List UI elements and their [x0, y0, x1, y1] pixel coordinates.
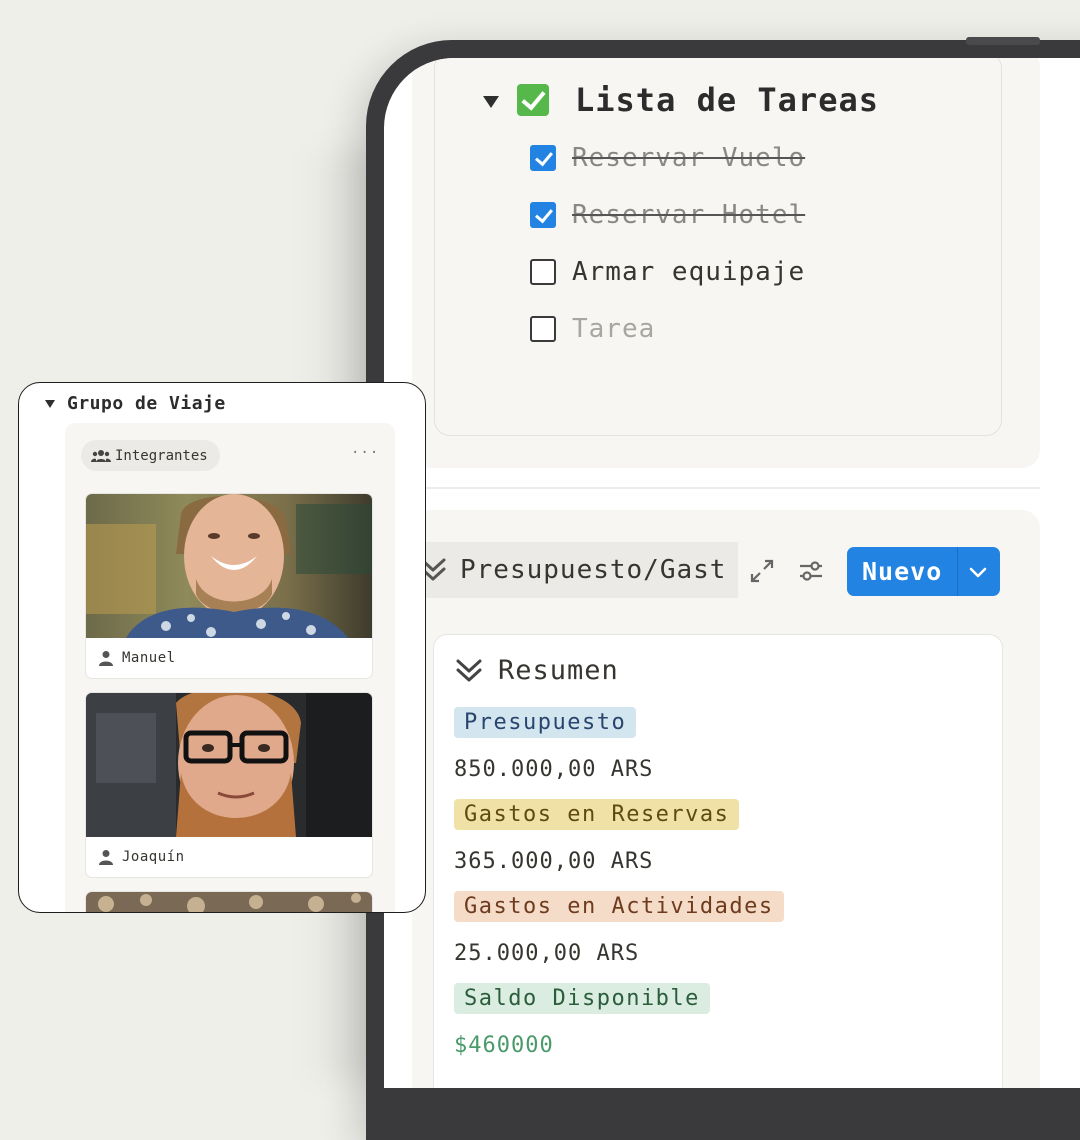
member-photo-image: [86, 892, 372, 912]
members-gallery: Integrantes ··· Manuel Joaquín: [65, 423, 395, 912]
task-list-header[interactable]: Lista de Tareas: [483, 81, 879, 119]
travel-group-panel: Grupo de Viaje Integrantes ··· Manuel Jo…: [18, 382, 426, 913]
task-label: Reservar Hotel: [572, 200, 806, 230]
task-checkbox[interactable]: [530, 145, 556, 171]
gallery-view-tab[interactable]: Integrantes: [81, 440, 220, 471]
sliders-icon[interactable]: [795, 555, 827, 587]
property-tag-budget: Presupuesto: [454, 707, 637, 738]
member-card[interactable]: Joaquín: [85, 692, 373, 878]
member-name: Joaquín: [122, 849, 185, 865]
task-label: Armar equipaje: [572, 257, 806, 287]
expand-icon[interactable]: [746, 555, 778, 587]
member-card-footer: Manuel: [86, 638, 372, 678]
member-photo: [86, 494, 372, 638]
task-label: Reservar Vuelo: [572, 143, 806, 173]
member-card[interactable]: Manuel: [85, 493, 373, 679]
new-button-label[interactable]: Nuevo: [847, 557, 957, 586]
new-record-button[interactable]: Nuevo: [847, 547, 1000, 596]
person-icon: [99, 651, 113, 666]
more-options-icon[interactable]: ···: [351, 445, 379, 461]
task-placeholder[interactable]: Tarea: [572, 314, 655, 344]
group-header[interactable]: Grupo de Viaje: [45, 393, 226, 414]
gallery-view-label: Integrantes: [115, 447, 208, 464]
toggle-triangle-icon[interactable]: [483, 96, 499, 108]
task-list-block: Lista de Tareas Reservar Vuelo Reservar …: [412, 58, 1040, 468]
member-card[interactable]: [85, 891, 373, 912]
group-people-icon: [91, 449, 111, 462]
tablet-screen: Lista de Tareas Reservar Vuelo Reservar …: [384, 58, 1080, 1088]
member-photo-image: [86, 693, 372, 837]
group-title: Grupo de Viaje: [67, 393, 226, 414]
summary-card[interactable]: Resumen Presupuesto 850.000,00 ARS Gasto…: [433, 634, 1003, 1088]
property-tag-booking-expenses: Gastos en Reservas: [454, 799, 740, 830]
task-list-card: Lista de Tareas Reservar Vuelo Reservar …: [434, 58, 1002, 436]
task-item[interactable]: Reservar Hotel: [530, 200, 805, 230]
property-value-available-balance: $460000: [454, 1033, 554, 1058]
double-chevron-down-icon: [456, 659, 482, 681]
task-item[interactable]: Reservar Vuelo: [530, 143, 805, 173]
member-photo: [86, 693, 372, 837]
task-checkbox[interactable]: [530, 202, 556, 228]
person-icon: [99, 850, 113, 865]
task-checkbox[interactable]: [530, 259, 556, 285]
task-checkbox[interactable]: [530, 316, 556, 342]
toggle-triangle-icon[interactable]: [45, 399, 55, 408]
new-options-chevron[interactable]: [958, 561, 998, 583]
section-divider: [412, 487, 1040, 489]
property-value-booking-expenses: 365.000,00 ARS: [454, 849, 654, 874]
tablet-power-button: [966, 37, 1040, 45]
chevron-down-icon: [969, 567, 987, 577]
summary-header: Resumen: [454, 655, 619, 686]
member-photo-image: [86, 494, 372, 638]
task-list-title: Lista de Tareas: [575, 81, 879, 119]
summary-title: Resumen: [498, 655, 619, 686]
member-card-footer: Joaquín: [86, 837, 372, 877]
property-value-activity-expenses: 25.000,00 ARS: [454, 941, 640, 966]
member-name: Manuel: [122, 650, 176, 666]
property-tag-available-balance: Saldo Disponible: [454, 983, 710, 1014]
task-item[interactable]: Armar equipaje: [530, 257, 805, 287]
property-value-budget: 850.000,00 ARS: [454, 757, 654, 782]
database-view-tab[interactable]: Presupuesto/Gast: [400, 542, 738, 598]
task-item-new[interactable]: Tarea: [530, 314, 655, 344]
database-view-label: Presupuesto/Gast: [460, 555, 727, 585]
check-mark-icon: [517, 84, 549, 116]
property-tag-activity-expenses: Gastos en Actividades: [454, 891, 784, 922]
